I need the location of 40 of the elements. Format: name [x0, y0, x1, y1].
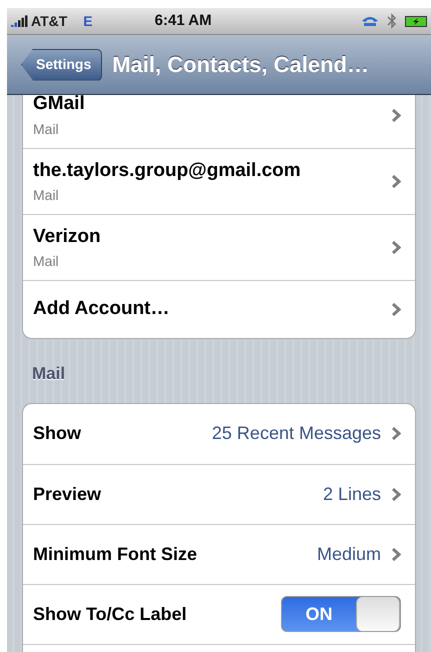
battery-icon	[405, 16, 427, 26]
account-name: the.taylors.group@gmail.com	[33, 158, 302, 183]
setting-label: Show To/Cc Label	[33, 602, 188, 626]
account-name: Verizon	[33, 224, 102, 249]
chevron-icon	[391, 108, 401, 122]
chevron-icon	[391, 174, 401, 189]
account-row[interactable]: Add Account…	[23, 280, 415, 338]
account-type: Mail	[33, 252, 60, 272]
account-type: Mail	[33, 120, 60, 139]
chevron-icon	[391, 546, 401, 562]
account-row[interactable]: GMail Mail	[23, 95, 415, 148]
setting-label: Minimum Font Size	[33, 542, 198, 566]
account-name: GMail	[33, 95, 86, 116]
chevron-icon	[391, 426, 401, 441]
settings-row[interactable]: Preview 2 Lines	[23, 464, 415, 524]
setting-value: Medium	[316, 542, 381, 566]
account-name: Add Account…	[33, 297, 171, 322]
clock: 6:41 AM	[154, 10, 212, 31]
section-header: Mail	[32, 363, 66, 385]
settings-row[interactable]: Show To/Cc Label ON	[23, 584, 415, 644]
account-type: Mail	[33, 186, 60, 206]
bluetooth-icon	[387, 13, 397, 29]
account-row[interactable]: the.taylors.group@gmail.com Mail	[23, 148, 415, 214]
setting-label: Show	[33, 422, 82, 445]
chevron-icon	[391, 240, 401, 255]
toggle-switch[interactable]: ON	[281, 596, 401, 632]
setting-value: 2 Lines	[322, 482, 381, 506]
settings-row[interactable]: Show 25 Recent Messages	[23, 404, 415, 464]
setting-label: Preview	[33, 482, 102, 506]
network-type: E	[83, 12, 93, 30]
toggle-label: ON	[304, 602, 334, 626]
chevron-icon	[391, 486, 401, 502]
back-button[interactable]: Settings	[21, 48, 102, 80]
chevron-icon	[391, 302, 401, 317]
signal-icon	[11, 15, 29, 27]
carrier-name: AT&T	[31, 12, 68, 30]
account-row[interactable]: Verizon Mail	[23, 214, 415, 280]
setting-value: 25 Recent Messages	[212, 422, 381, 445]
screen-title: Mail, Contacts, Calend…	[112, 51, 369, 79]
settings-row[interactable]: Minimum Font Size Medium	[23, 524, 415, 584]
